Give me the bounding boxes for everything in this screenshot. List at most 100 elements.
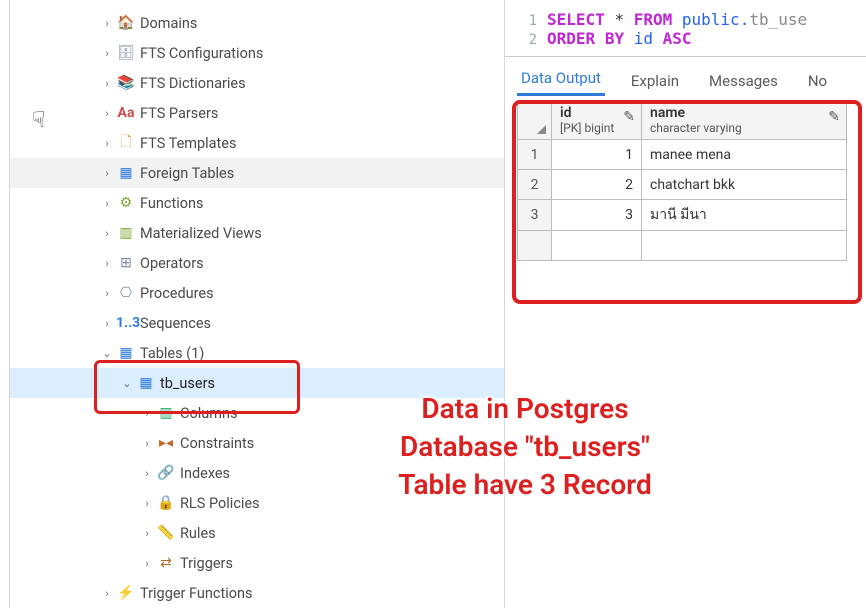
tree-fts-parsers[interactable]: › Aa FTS Parsers [10,98,504,128]
tab-notifications[interactable]: No [804,66,831,96]
tree-rules[interactable]: › 📏 Rules [10,518,504,548]
line-number: 1 [517,13,547,29]
column-header-id[interactable]: id [PK] bigint ✎ [552,101,642,140]
tree-materialized-views[interactable]: › ▥ Materialized Views [10,218,504,248]
row-number: 1 [518,140,552,170]
tree-item-label: Constraints [180,435,254,452]
tree-item-label: Indexes [180,465,230,482]
chevron-right-icon: › [138,407,156,420]
tree-trigger-functions[interactable]: › ⚡ Trigger Functions [10,578,504,608]
chevron-right-icon: › [98,167,116,180]
tree-item-label: Columns [180,405,237,422]
chevron-right-icon: › [98,257,116,270]
tree-item-label: Tables (1) [140,345,204,362]
tree-item-label: Materialized Views [140,225,262,242]
sequences-icon: 1..3 [116,315,136,331]
mat-views-icon: ▥ [116,225,136,241]
chevron-right-icon: › [98,137,116,150]
rules-icon: 📏 [156,525,176,541]
rls-icon: 🔒 [156,495,176,511]
table-row[interactable]: 2 2 chatchart bkk [518,170,847,200]
sql-token: * [614,10,624,29]
edit-icon[interactable]: ✎ [623,109,635,125]
tree-constraints[interactable]: › ▸◂ Constraints [10,428,504,458]
grid-corner-cell[interactable] [518,101,552,140]
line-number: 2 [517,32,547,48]
tree-item-label: FTS Dictionaries [140,75,246,92]
tab-messages[interactable]: Messages [705,66,782,96]
cell-name[interactable]: manee mena [642,140,847,170]
table-row[interactable]: 3 3 มานี มีนา [518,200,847,231]
edit-icon[interactable]: ✎ [828,109,840,125]
sql-keyword: ASC [663,29,692,48]
tree-item-label: tb_users [160,375,215,392]
tree-indexes[interactable]: › 🔗 Indexes [10,458,504,488]
tree-triggers[interactable]: › ⇄ Triggers [10,548,504,578]
tree-functions[interactable]: › ⚙ Functions [10,188,504,218]
tree-item-label: Triggers [180,555,233,572]
cell-id[interactable]: 1 [552,140,642,170]
tree-tables[interactable]: ⌄ ▦ Tables (1) [10,338,504,368]
object-explorer: › 🏠 Domains › 🗄 FTS Configurations › 📚 F… [10,0,505,608]
tree-item-label: Trigger Functions [140,585,253,602]
tab-explain[interactable]: Explain [627,66,683,96]
tables-icon: ▦ [116,345,136,361]
tree-item-label: Foreign Tables [140,165,234,182]
tree-table-tb-users[interactable]: ⌄ ▦ tb_users [10,368,504,398]
chevron-right-icon: › [138,497,156,510]
tree-item-label: FTS Parsers [140,105,218,122]
tree-fts-configurations[interactable]: › 🗄 FTS Configurations [10,38,504,68]
row-number: 3 [518,200,552,231]
functions-icon: ⚙ [116,195,136,211]
constraints-icon: ▸◂ [156,435,176,451]
tree-procedures[interactable]: › ⎔ Procedures [10,278,504,308]
tree-columns[interactable]: › ▥ Columns [10,398,504,428]
query-results-pane: 1 SELECT * FROM public.tb_use 2 ORDER BY [505,0,866,608]
tree-foreign-tables[interactable]: › ▦ Foreign Tables [10,158,504,188]
sql-keyword: FROM [634,10,673,29]
indexes-icon: 🔗 [156,465,176,481]
chevron-right-icon: › [98,587,116,600]
chevron-down-icon: ⌄ [98,347,116,360]
tree-item-label: Sequences [140,315,211,332]
chevron-right-icon: › [98,287,116,300]
sql-keyword: ORDER [547,29,595,48]
tree-domains[interactable]: › 🏠 Domains [10,8,504,38]
tree-operators[interactable]: › ⊞ Operators [10,248,504,278]
tab-data-output[interactable]: Data Output [517,63,605,96]
tree-item-label: Operators [140,255,204,272]
tree-fts-dictionaries[interactable]: › 📚 FTS Dictionaries [10,68,504,98]
table-row-empty [518,231,847,261]
triggers-icon: ⇄ [156,555,176,571]
tree-item-label: RLS Policies [180,495,260,512]
row-number: 2 [518,170,552,200]
tree-sequences[interactable]: › 1..3 Sequences [10,308,504,338]
chevron-right-icon: › [98,317,116,330]
columns-icon: ▥ [156,405,176,421]
sql-editor[interactable]: 1 SELECT * FROM public.tb_use 2 ORDER BY [505,0,866,57]
sql-schema: public. [682,10,749,29]
tree-item-label: Rules [180,525,216,542]
chevron-down-icon: ⌄ [118,377,136,390]
chevron-right-icon: › [98,77,116,90]
chevron-right-icon: › [138,437,156,450]
fts-dict-icon: 📚 [116,75,136,91]
tree-rls-policies[interactable]: › 🔒 RLS Policies [10,488,504,518]
sql-keyword: BY [605,29,624,48]
cell-id[interactable]: 3 [552,200,642,231]
fts-templates-icon: 🗋 [116,131,136,155]
procedures-icon: ⎔ [116,285,136,301]
chevron-right-icon: › [138,557,156,570]
tree-fts-templates[interactable]: › 🗋 FTS Templates [10,128,504,158]
cell-name[interactable]: มานี มีนา [642,200,847,231]
sql-table: tb_use [749,10,807,29]
tree-item-label: Domains [140,15,197,32]
table-row[interactable]: 1 1 manee mena [518,140,847,170]
tree-item-label: Procedures [140,285,214,302]
result-grid[interactable]: id [PK] bigint ✎ name character varying … [517,100,847,261]
cell-id[interactable]: 2 [552,170,642,200]
operators-icon: ⊞ [116,255,136,271]
chevron-right-icon: › [98,197,116,210]
cell-name[interactable]: chatchart bkk [642,170,847,200]
column-header-name[interactable]: name character varying ✎ [642,101,847,140]
